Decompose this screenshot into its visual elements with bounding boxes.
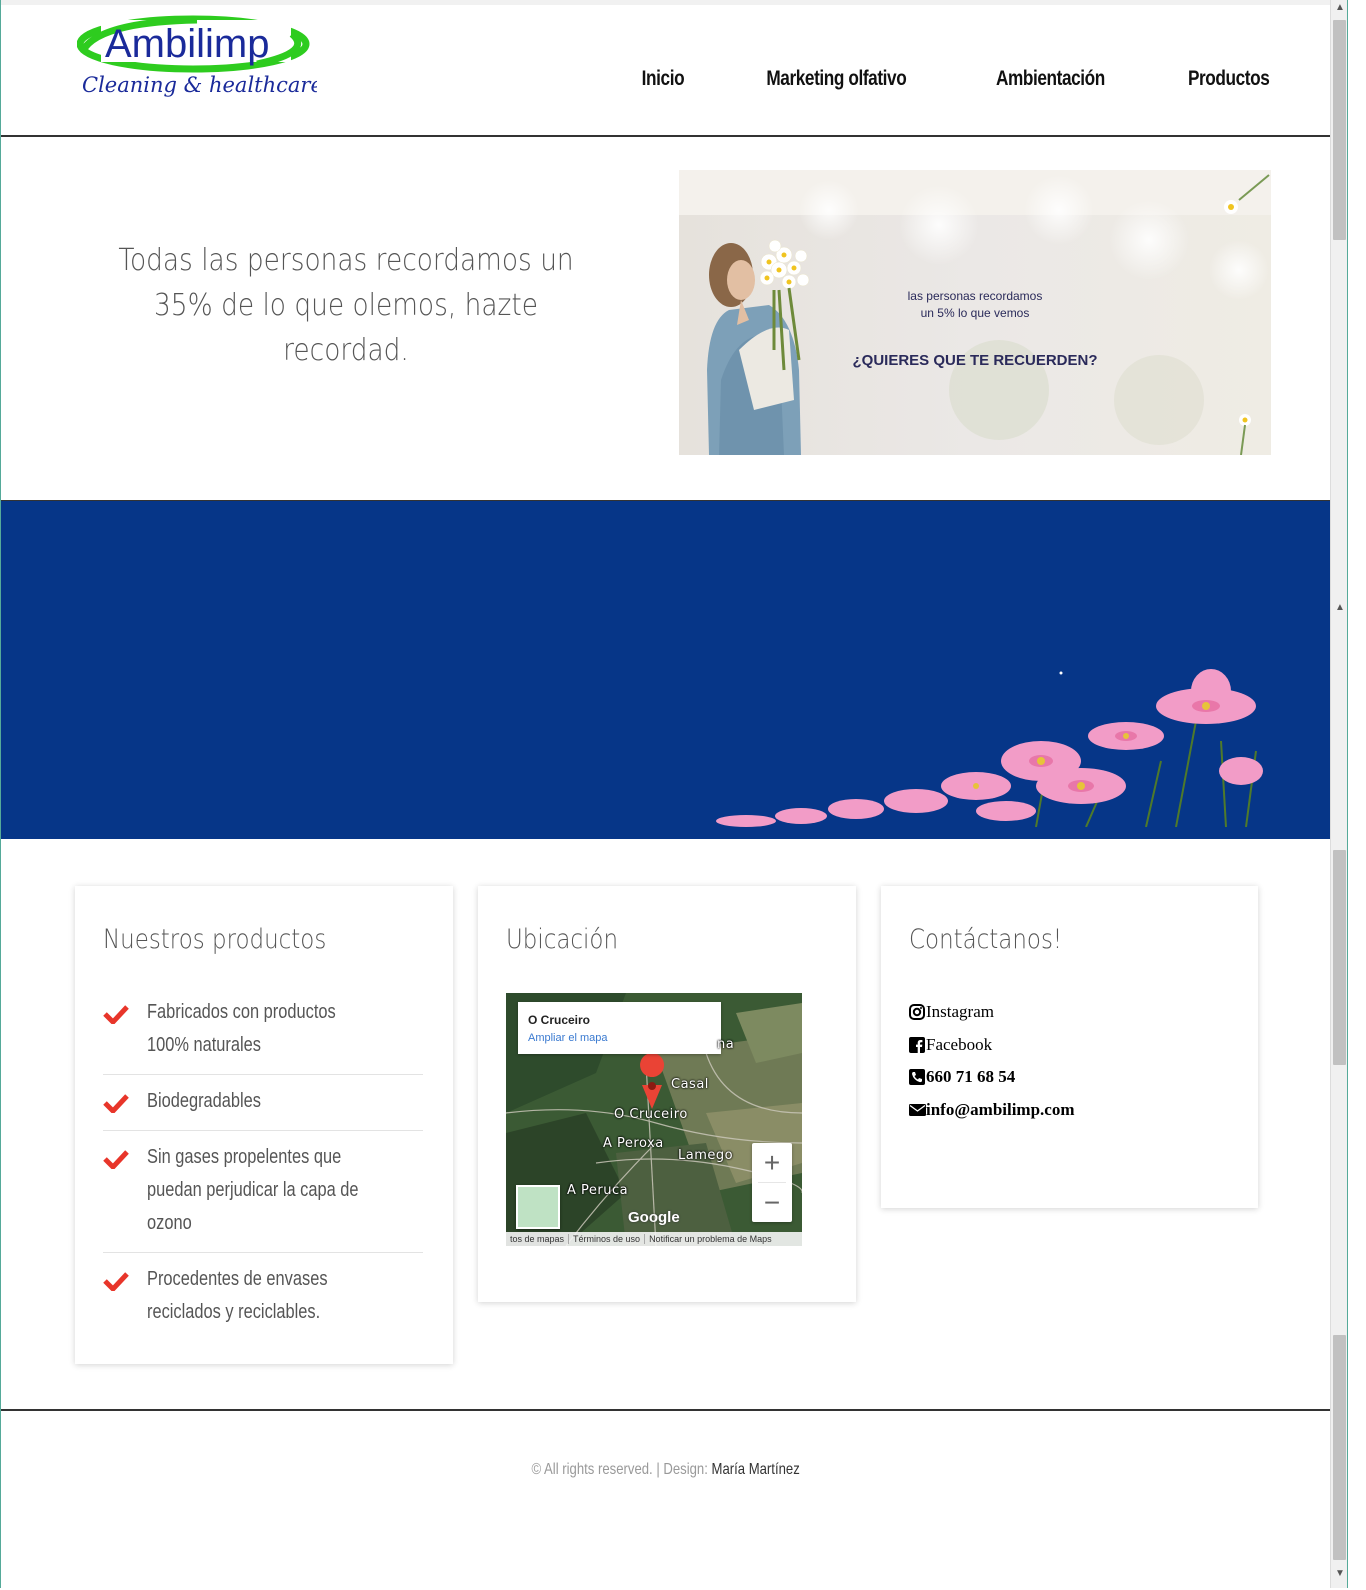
feature-text: Procedentes de envases reciclados y reci… xyxy=(147,1268,328,1323)
svg-text:Ambilimp: Ambilimp xyxy=(105,22,269,66)
copyright-text: © All rights reserved. xyxy=(531,1461,653,1478)
scrollbar-thumb[interactable] xyxy=(1333,1335,1346,1560)
site-footer: © All rights reserved. | Design: María M… xyxy=(1,1409,1330,1590)
map-report-link[interactable]: Notificar un problema de Maps xyxy=(645,1234,776,1244)
features-list: Fabricados con productos 100% naturales … xyxy=(103,986,423,1341)
designer-link[interactable]: María Martínez xyxy=(711,1461,799,1478)
main-nav: Inicio Marketing olfativo Ambientación P… xyxy=(637,67,1278,91)
map-label: O Cruceiro xyxy=(614,1107,688,1122)
check-icon xyxy=(103,1085,147,1118)
scrollbar-thumb[interactable] xyxy=(1333,20,1346,240)
map-label: Casal xyxy=(671,1077,709,1092)
nav-ambientacion[interactable]: Ambientación xyxy=(996,67,1105,91)
page: Ambilimp Cleaning & healthcare Inicio Ma… xyxy=(0,0,1349,1590)
list-item: Fabricados con productos 100% naturales xyxy=(103,986,423,1075)
footer-credits: © All rights reserved. | Design: María M… xyxy=(1,1461,1330,1479)
zoom-out-button[interactable]: − xyxy=(752,1183,792,1222)
svg-text:¿QUIERES QUE TE RECUERDEN?: ¿QUIERES QUE TE RECUERDEN? xyxy=(852,352,1097,369)
contact-email[interactable]: info@ambilimp.com xyxy=(909,1094,1075,1127)
contact-title: Contáctanos! xyxy=(909,924,1063,955)
contact-label: Instagram xyxy=(926,1002,994,1022)
map-footer: tos de mapas Términos de uso Notificar un … xyxy=(506,1232,802,1246)
nav-marketing-olfativo[interactable]: Marketing olfativo xyxy=(766,67,906,91)
products-title: Nuestros productos xyxy=(103,924,327,955)
check-icon xyxy=(103,1263,147,1329)
feature-text: Sin gases propelentes que puedan perjudi… xyxy=(147,1146,359,1234)
embedded-map[interactable]: O Cruceiro Ampliar el mapa na Casal O Cr… xyxy=(506,993,802,1246)
phone-icon xyxy=(909,1069,926,1086)
map-label: Lamego xyxy=(678,1148,734,1163)
map-info-box: O Cruceiro Ampliar el mapa xyxy=(518,1002,721,1054)
contact-card: Contáctanos! Instagram Facebook 660 71 6… xyxy=(881,886,1258,1208)
feature-text: Biodegradables xyxy=(147,1090,261,1112)
location-card: Ubicación O Cruceiro Ampliar el mapa na … xyxy=(478,886,856,1302)
map-label: na xyxy=(717,1037,735,1052)
nav-productos[interactable]: Productos xyxy=(1188,67,1270,91)
window-right-edge xyxy=(1347,0,1366,1588)
nav-inicio[interactable]: Inicio xyxy=(642,67,685,91)
map-enlarge-link[interactable]: Ampliar el mapa xyxy=(528,1032,607,1044)
contact-list: Instagram Facebook 660 71 68 54 info@amb… xyxy=(909,996,1075,1126)
list-item: Sin gases propelentes que puedan perjudi… xyxy=(103,1131,423,1253)
footer-separator: | xyxy=(656,1461,660,1478)
check-icon xyxy=(103,1141,147,1240)
design-label: Design: xyxy=(663,1461,708,1478)
envelope-icon xyxy=(909,1102,926,1118)
facebook-icon xyxy=(909,1036,926,1053)
contact-instagram[interactable]: Instagram xyxy=(909,996,1075,1029)
contact-label: Facebook xyxy=(926,1034,993,1054)
logo[interactable]: Ambilimp Cleaning & healthcare xyxy=(76,12,323,107)
map-satellite-toggle[interactable] xyxy=(516,1185,560,1229)
google-logo: Google xyxy=(628,1209,680,1226)
site-header: Ambilimp Cleaning & healthcare Inicio Ma… xyxy=(1,5,1348,137)
map-label: A Peroxa xyxy=(603,1136,664,1151)
contact-label: 660 71 68 54 xyxy=(926,1067,1016,1087)
contact-phone[interactable]: 660 71 68 54 xyxy=(909,1061,1075,1094)
promo-band xyxy=(1,500,1330,839)
location-title: Ubicación xyxy=(506,924,619,955)
hero-headline: Todas las personas recordamos un 35% de … xyxy=(118,243,574,368)
map-terms-link[interactable]: Términos de uso xyxy=(569,1234,646,1244)
hero-image: las personas recordamos un 5% lo que vem… xyxy=(679,170,1271,455)
map-place-name: O Cruceiro xyxy=(528,1013,591,1027)
instagram-icon xyxy=(909,1004,926,1021)
check-icon xyxy=(103,996,147,1062)
contact-facebook[interactable]: Facebook xyxy=(909,1029,1075,1062)
contact-label: info@ambilimp.com xyxy=(926,1099,1075,1119)
products-card: Nuestros productos Fabricados con produc… xyxy=(75,886,453,1364)
list-item: Procedentes de envases reciclados y reci… xyxy=(103,1253,423,1341)
logo-graphic: Ambilimp Cleaning & healthcare xyxy=(76,15,323,97)
svg-text:Cleaning & healthcare: Cleaning & healthcare xyxy=(82,73,317,97)
svg-text:un 5% lo que vemos: un 5% lo que vemos xyxy=(921,306,1030,320)
feature-text: Fabricados con productos 100% naturales xyxy=(147,1001,336,1056)
zoom-in-button[interactable]: + xyxy=(752,1143,792,1182)
cosmos-flowers-image xyxy=(706,661,1266,828)
list-item: Biodegradables xyxy=(103,1075,423,1131)
scrollbar-thumb[interactable] xyxy=(1333,850,1346,1065)
map-zoom-control: + − xyxy=(752,1143,792,1222)
map-data-link[interactable]: tos de mapas xyxy=(506,1234,570,1244)
map-label: A Peruca xyxy=(567,1183,629,1198)
svg-text:las personas recordamos: las personas recordamos xyxy=(908,289,1043,303)
